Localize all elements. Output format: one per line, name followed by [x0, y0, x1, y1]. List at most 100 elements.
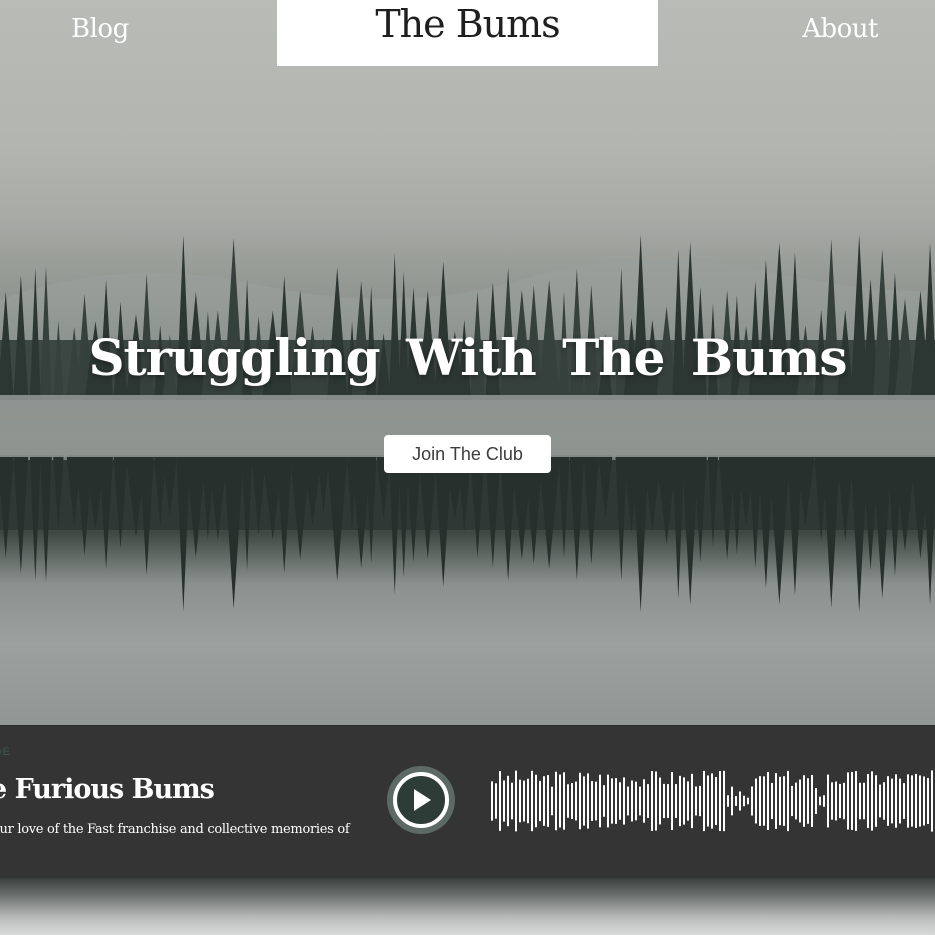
play-icon [414, 789, 431, 811]
waveform-bar [879, 784, 881, 818]
waveform-bar [519, 779, 521, 823]
waveform-bar [639, 786, 641, 816]
waveform-bar [847, 772, 849, 830]
waveform-bar [567, 784, 569, 818]
waveform-bar [543, 776, 545, 826]
waveform-bar [571, 783, 573, 819]
waveform-bar [875, 775, 877, 827]
waveform-bar [643, 779, 645, 823]
waveform-bar [863, 782, 865, 820]
waveform-bar [619, 782, 621, 820]
waveform-bar [631, 780, 633, 822]
waveform-bar [647, 784, 649, 818]
waveform-bar [627, 786, 629, 816]
waveform-bar [535, 774, 537, 828]
waveform-bar [735, 796, 737, 806]
waveform-bar [727, 795, 729, 807]
waveform-bar [927, 778, 929, 824]
waveform-bar [763, 776, 765, 826]
waveform-bar [703, 770, 705, 832]
waveform-bar [739, 791, 741, 811]
waveform-bar [755, 778, 757, 824]
play-button-ring [393, 772, 449, 828]
waveform-bar [787, 770, 789, 832]
waveform-bar [747, 797, 749, 805]
waveform-bar [871, 771, 873, 831]
waveform-bar [651, 771, 653, 831]
waveform-bar [551, 786, 553, 816]
waveform-bar [743, 795, 745, 807]
waveform-bar [671, 772, 673, 830]
waveform-bar [539, 780, 541, 822]
waveform-bar [623, 777, 625, 825]
play-button[interactable] [387, 766, 455, 834]
waveform-bar [591, 781, 593, 821]
waveform-bar [579, 772, 581, 830]
waveform-bar [655, 771, 657, 831]
hero-title: Struggling With The Bums [88, 328, 847, 387]
waveform-bar [675, 784, 677, 818]
waveform-bar [719, 771, 721, 831]
waveform-bar [495, 783, 497, 819]
logo-text: The Bums [375, 2, 560, 46]
waveform-bar [859, 782, 861, 820]
waveform-bar [891, 778, 893, 824]
waveform-bar [611, 778, 613, 824]
waveform-bar [839, 783, 841, 819]
waveform-bar [831, 782, 833, 820]
waveform-bar [603, 785, 605, 817]
waveform-bar [783, 776, 785, 826]
waveform-bar [615, 778, 617, 824]
waveform-bar [779, 776, 781, 826]
waveform-bar [659, 777, 661, 825]
episode-label: ODE [0, 746, 11, 758]
waveform-bar [851, 771, 853, 831]
waveform-bar [587, 773, 589, 829]
waveform-bar [811, 775, 813, 827]
waveform-bar [715, 777, 717, 825]
episode-title[interactable]: e Furious Bums [0, 774, 215, 805]
episode-description: our love of the Fast franchise and colle… [0, 822, 350, 837]
logo[interactable]: The Bums [277, 0, 658, 66]
waveform-bar [515, 770, 517, 832]
waveform-bar [711, 773, 713, 829]
nav-blog-link[interactable]: Blog [71, 14, 129, 44]
waveform-bar [807, 778, 809, 824]
waveform-bar [751, 786, 753, 816]
waveform-bar [547, 775, 549, 827]
join-club-button[interactable]: Join The Club [384, 435, 551, 473]
waveform-bar [791, 785, 793, 817]
nav-about-link[interactable]: About [802, 14, 878, 44]
waveform-bar [731, 786, 733, 816]
waveform-bar [555, 771, 557, 831]
waveform-bar [687, 781, 689, 821]
waveform-bar [887, 776, 889, 826]
audio-waveform[interactable] [490, 766, 935, 836]
waveform-bar [559, 774, 561, 828]
waveform-bar [527, 778, 529, 824]
waveform-bar [663, 783, 665, 819]
waveform-bar [907, 774, 909, 828]
waveform-bar [635, 781, 637, 821]
waveform-bar [923, 776, 925, 826]
waveform-bar [503, 780, 505, 822]
waveform-bar [795, 782, 797, 820]
waveform-bar [695, 786, 697, 816]
waveform-bar [723, 770, 725, 832]
waveform-bar [855, 771, 857, 831]
waveform-bar [595, 781, 597, 821]
waveform-bar [931, 770, 933, 832]
waveform-bar [803, 775, 805, 827]
waveform-bar [511, 782, 513, 820]
waveform-bar [575, 781, 577, 821]
waveform-bar [531, 770, 533, 832]
waveform-bar [683, 777, 685, 825]
waveform-bar [507, 775, 509, 827]
waveform-bar [607, 774, 609, 828]
waveform-bar [563, 772, 565, 830]
waveform-bar [883, 782, 885, 820]
waveform-bar [583, 776, 585, 826]
waveform-bar [771, 782, 773, 820]
waveform-bar [599, 774, 601, 828]
waveform-bar [759, 776, 761, 826]
